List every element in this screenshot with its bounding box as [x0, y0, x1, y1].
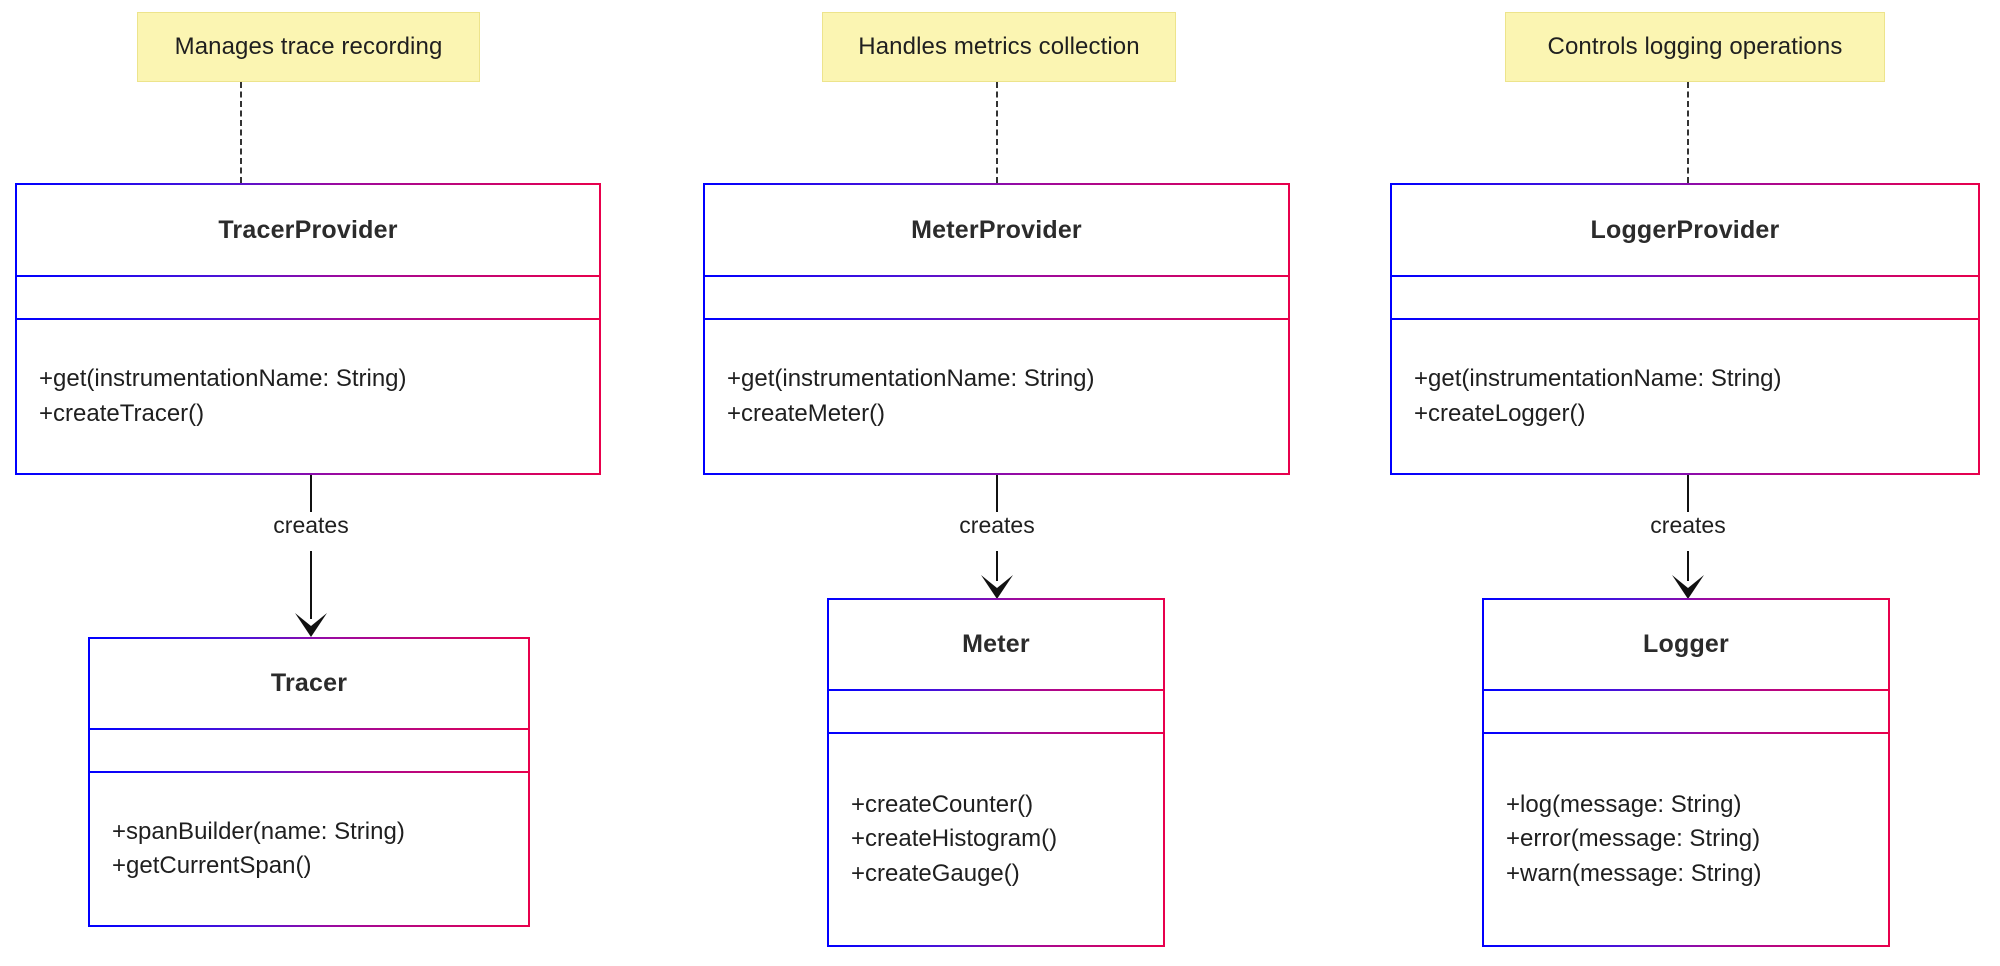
note-link-logger: [1687, 82, 1689, 183]
note-link-meter: [996, 82, 998, 183]
class-method: +createMeter(): [727, 399, 886, 427]
class-method: +createLogger(): [1414, 399, 1586, 427]
relation-line-meter-upper: [996, 475, 998, 512]
class-title-meter: Meter: [962, 630, 1030, 658]
class-methods-logger: +log(message: String) +error(message: St…: [1484, 734, 1888, 945]
class-box-tracer-provider[interactable]: TracerProvider +get(instrumentationName:…: [15, 183, 601, 475]
class-title-meter-provider: MeterProvider: [911, 215, 1082, 244]
class-box-meter-provider[interactable]: MeterProvider +get(instrumentationName: …: [703, 183, 1290, 475]
class-method: +error(message: String): [1506, 825, 1761, 853]
class-inner-tracer: Tracer +spanBuilder(name: String) +getCu…: [90, 639, 528, 925]
class-method: +get(instrumentationName: String): [39, 365, 407, 393]
class-attributes-tracer: [90, 730, 528, 771]
class-box-logger-provider[interactable]: LoggerProvider +get(instrumentationName:…: [1390, 183, 1980, 475]
class-box-tracer[interactable]: Tracer +spanBuilder(name: String) +getCu…: [88, 637, 530, 927]
class-method: +log(message: String): [1506, 791, 1742, 819]
class-method: +createCounter(): [851, 791, 1034, 819]
class-method: +createHistogram(): [851, 825, 1058, 853]
class-method: +createTracer(): [39, 399, 205, 427]
diagram-canvas: Manages trace recording TracerProvider +…: [0, 0, 2000, 966]
note-logger-provider: Controls logging operations: [1505, 12, 1885, 82]
relation-line-tracer-upper: [310, 475, 312, 512]
class-methods-meter: +createCounter() +createHistogram() +cre…: [829, 734, 1163, 945]
relation-label-meter: creates: [953, 512, 1041, 539]
class-method: +getCurrentSpan(): [112, 852, 312, 879]
class-attributes-meter: [829, 691, 1163, 732]
relation-line-tracer-lower: [310, 551, 312, 619]
class-attributes-tracer-provider: [17, 277, 599, 318]
class-method: +spanBuilder(name: String): [112, 817, 405, 845]
class-methods-tracer-provider: +get(instrumentationName: String) +creat…: [17, 320, 599, 473]
note-tracer-provider-text: Manages trace recording: [174, 33, 443, 60]
class-inner-meter-provider: MeterProvider +get(instrumentationName: …: [705, 185, 1288, 473]
note-tracer-provider: Manages trace recording: [137, 12, 480, 82]
class-inner-logger-provider: LoggerProvider +get(instrumentationName:…: [1392, 185, 1978, 473]
class-attributes-logger-provider: [1392, 277, 1978, 318]
class-title-tracer: Tracer: [270, 669, 348, 697]
class-method: +get(instrumentationName: String): [1414, 365, 1782, 393]
class-title-tracer-provider: TracerProvider: [218, 215, 398, 244]
note-meter-provider-text: Handles metrics collection: [858, 33, 1140, 60]
note-meter-provider: Handles metrics collection: [822, 12, 1176, 82]
class-methods-logger-provider: +get(instrumentationName: String) +creat…: [1392, 320, 1978, 473]
note-logger-provider-text: Controls logging operations: [1547, 33, 1843, 60]
relation-line-logger-upper: [1687, 475, 1689, 512]
class-inner-logger: Logger +log(message: String) +error(mess…: [1484, 600, 1888, 945]
class-title-logger: Logger: [1643, 630, 1729, 658]
class-attributes-logger: [1484, 691, 1888, 732]
relation-label-logger: creates: [1644, 512, 1732, 539]
class-methods-meter-provider: +get(instrumentationName: String) +creat…: [705, 320, 1288, 473]
class-title-logger-provider: LoggerProvider: [1590, 215, 1780, 244]
class-method: +get(instrumentationName: String): [727, 365, 1095, 393]
class-method: +createGauge(): [851, 859, 1020, 887]
class-box-logger[interactable]: Logger +log(message: String) +error(mess…: [1482, 598, 1890, 947]
class-method: +warn(message: String): [1506, 859, 1762, 887]
note-link-tracer: [240, 82, 242, 183]
class-inner-tracer-provider: TracerProvider +get(instrumentationName:…: [17, 185, 599, 473]
class-attributes-meter-provider: [705, 277, 1288, 318]
relation-label-tracer: creates: [267, 512, 355, 539]
class-box-meter[interactable]: Meter +createCounter() +createHistogram(…: [827, 598, 1165, 947]
class-methods-tracer: +spanBuilder(name: String) +getCurrentSp…: [90, 773, 528, 925]
class-inner-meter: Meter +createCounter() +createHistogram(…: [829, 600, 1163, 945]
